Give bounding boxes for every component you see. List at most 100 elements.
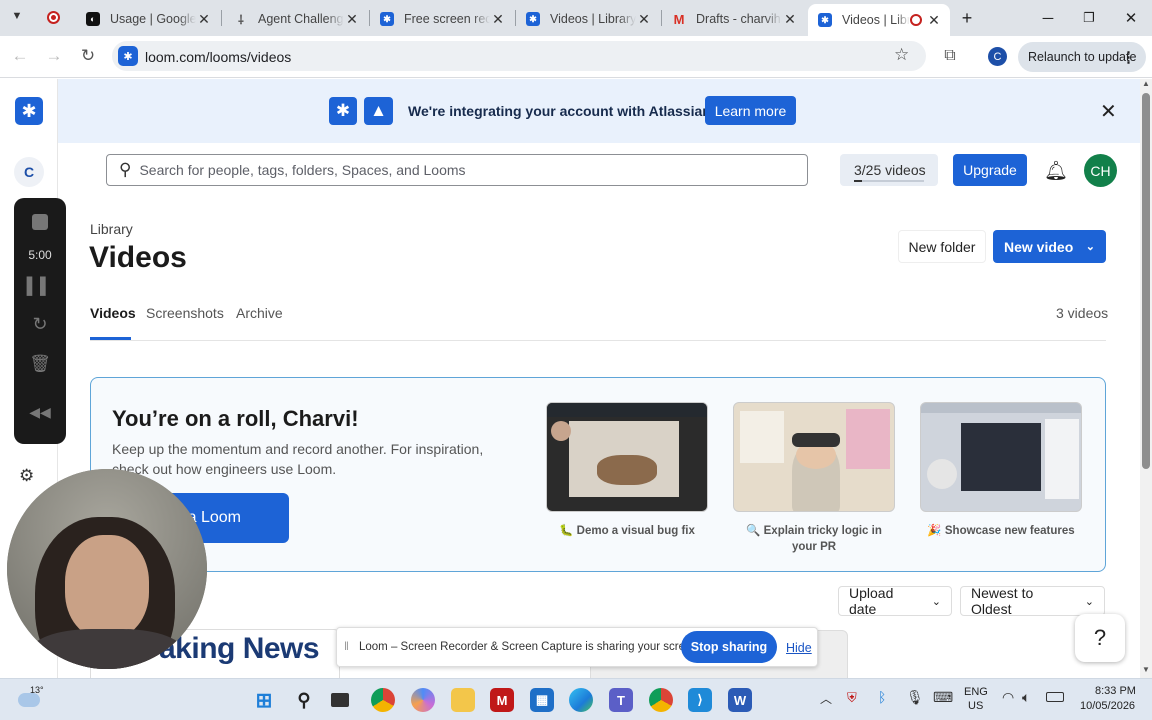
- tab-search-icon[interactable]: ▼: [8, 10, 26, 26]
- battery-icon[interactable]: [1046, 692, 1064, 702]
- keyboard-icon[interactable]: ⌨: [933, 689, 953, 706]
- delete-icon[interactable]: 🗑︎: [14, 354, 66, 374]
- help-button[interactable]: ?: [1075, 614, 1125, 662]
- sort-order-select[interactable]: Newest to Oldest ⌄: [960, 585, 1105, 617]
- tray-chevron-icon[interactable]: ︿: [820, 690, 832, 707]
- volume-icon[interactable]: 🔈︎: [1022, 689, 1030, 706]
- close-tab-icon[interactable]: ✕: [782, 11, 798, 28]
- restart-icon[interactable]: ↻: [14, 314, 66, 335]
- browser-tab[interactable]: ◐ Usage | Google AI ✕: [76, 4, 220, 34]
- new-tab-icon[interactable]: +: [955, 6, 979, 30]
- notifications-bell-icon[interactable]: 🔔︎: [1044, 159, 1068, 183]
- video-caption: 🐛 Demo a visual bug fix: [559, 525, 695, 537]
- video-thumbnail[interactable]: [546, 402, 708, 512]
- microphone-icon[interactable]: 🎙︎: [906, 689, 924, 706]
- bookmark-star-icon[interactable]: ☆: [894, 45, 909, 65]
- reload-icon[interactable]: ↻: [76, 44, 100, 68]
- browser-tab[interactable]: ⸸ Agent Challenge ✕: [224, 4, 368, 34]
- copilot-icon[interactable]: [411, 688, 435, 712]
- minimize-icon[interactable]: ─: [1036, 6, 1060, 30]
- start-icon[interactable]: ⊞: [252, 688, 276, 712]
- recording-dot-icon: [47, 11, 60, 24]
- atlassian-logo-icon: ▲: [364, 97, 393, 125]
- back-icon[interactable]: ←: [8, 44, 32, 68]
- restore-icon[interactable]: ❐: [1077, 6, 1101, 30]
- tab-archive[interactable]: Archive: [236, 305, 283, 321]
- video-caption: 🎉 Showcase new features: [927, 525, 1075, 537]
- edge-icon[interactable]: [569, 688, 593, 712]
- file-explorer-icon[interactable]: [451, 688, 475, 712]
- page-title: Videos: [89, 241, 187, 274]
- tab-title: Drafts - charvih3: [696, 12, 782, 26]
- tab-title: Usage | Google AI: [110, 12, 196, 26]
- tab-videos[interactable]: Videos: [90, 305, 136, 321]
- chevron-down-icon: ⌄: [1085, 241, 1095, 253]
- search-icon[interactable]: ⚲: [292, 688, 316, 712]
- video-thumbnail[interactable]: [920, 402, 1082, 512]
- tab-title: Agent Challenge: [258, 12, 344, 26]
- relaunch-button[interactable]: Relaunch to update ⋮: [1018, 42, 1146, 72]
- menu-dots-icon[interactable]: ⋮: [1121, 48, 1136, 66]
- user-avatar[interactable]: CH: [1084, 154, 1117, 187]
- extensions-icon[interactable]: ⧉: [938, 44, 962, 68]
- page-scrollbar[interactable]: ▲ ▼: [1140, 79, 1152, 678]
- tab-screenshots[interactable]: Screenshots: [146, 305, 224, 321]
- forward-icon[interactable]: →: [42, 44, 66, 68]
- gmail-icon: M: [673, 11, 685, 27]
- close-tab-icon[interactable]: ✕: [926, 12, 942, 29]
- word-icon[interactable]: W: [728, 688, 752, 712]
- webcam-bubble[interactable]: [7, 469, 207, 669]
- teams-icon[interactable]: T: [609, 688, 633, 712]
- task-view-icon[interactable]: [331, 693, 349, 707]
- close-tab-icon[interactable]: ✕: [196, 11, 212, 28]
- close-banner-icon[interactable]: ✕: [1100, 99, 1117, 124]
- workspace-avatar[interactable]: C: [14, 157, 44, 187]
- stop-sharing-button[interactable]: Stop sharing: [681, 631, 777, 663]
- new-folder-button[interactable]: New folder: [898, 230, 986, 263]
- hide-link[interactable]: Hide: [786, 641, 812, 655]
- collapse-icon[interactable]: ◀◀: [14, 404, 66, 421]
- site-info-icon[interactable]: ✱: [118, 46, 138, 66]
- store-icon[interactable]: ▦: [530, 688, 554, 712]
- tab-strip: ▼ ◐ Usage | Google AI ✕ ⸸ Agent Challeng…: [0, 0, 1152, 36]
- address-bar[interactable]: ✱ loom.com/looms/videos ☆: [112, 41, 926, 71]
- upgrade-button[interactable]: Upgrade: [953, 154, 1027, 186]
- browser-tab[interactable]: M Drafts - charvih3 ✕: [662, 4, 806, 34]
- vscode-icon[interactable]: ⟩: [688, 688, 712, 712]
- chrome-profile-icon[interactable]: [649, 688, 673, 712]
- mcafee-tray-icon[interactable]: ⛨: [847, 690, 857, 706]
- browser-tab-active[interactable]: ✱ Videos | Library ✕: [808, 4, 950, 36]
- mcafee-icon[interactable]: M: [490, 688, 514, 712]
- profile-avatar[interactable]: C: [988, 47, 1007, 66]
- close-tab-icon[interactable]: ✕: [490, 11, 506, 28]
- clock-time[interactable]: 8:33 PM: [1095, 685, 1136, 697]
- weather-icon[interactable]: [18, 693, 40, 707]
- new-video-button[interactable]: New video ⌄: [993, 230, 1106, 263]
- clock-date[interactable]: 10/05/2026: [1080, 700, 1135, 712]
- browser-tab[interactable]: ✱ Videos | Library | ✕: [516, 4, 660, 34]
- pause-icon[interactable]: ▌▌: [14, 278, 66, 296]
- language-indicator[interactable]: ENG: [964, 686, 988, 698]
- sort-field-select[interactable]: Upload date ⌄: [838, 585, 952, 617]
- quota-bar-fill: [854, 180, 863, 182]
- banner-text: We're integrating your account with Atla…: [408, 103, 715, 119]
- learn-more-button[interactable]: Learn more: [705, 96, 796, 125]
- search-icon: ⚲: [119, 160, 132, 179]
- close-window-icon[interactable]: ✕: [1119, 6, 1143, 30]
- close-tab-icon[interactable]: ✕: [636, 11, 652, 28]
- loom-logo-icon[interactable]: ✱: [15, 97, 43, 125]
- loom-icon: ✱: [818, 13, 832, 27]
- breadcrumb[interactable]: Library: [90, 221, 133, 237]
- video-quota[interactable]: 3/25 videos: [840, 154, 938, 186]
- chrome-icon[interactable]: [371, 688, 395, 712]
- scrollbar-thumb[interactable]: [1142, 93, 1150, 469]
- bluetooth-icon[interactable]: ᛒ: [878, 689, 886, 705]
- agent-icon: ⸸: [238, 12, 244, 27]
- stop-recording-icon[interactable]: [14, 214, 66, 230]
- close-tab-icon[interactable]: ✕: [344, 11, 360, 28]
- video-thumbnail[interactable]: [733, 402, 895, 512]
- wifi-icon[interactable]: ◠: [1002, 689, 1014, 706]
- drag-handle-icon[interactable]: ‖: [344, 639, 349, 653]
- browser-tab[interactable]: ✱ Free screen recorder ✕: [370, 4, 514, 34]
- search-input[interactable]: ⚲ Search for people, tags, folders, Spac…: [106, 154, 808, 186]
